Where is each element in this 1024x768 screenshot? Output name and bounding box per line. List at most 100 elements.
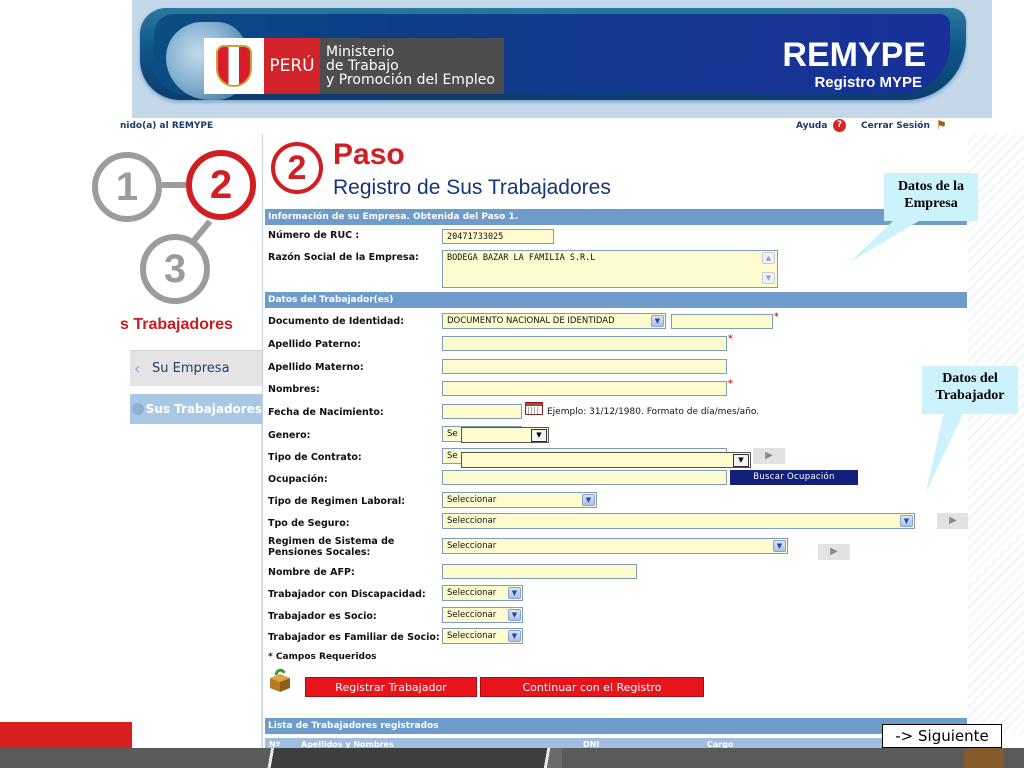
pensiones-value: Seleccionar: [447, 541, 497, 551]
sidebar-item-sus-trabajadores[interactable]: Sus Trabajadores: [130, 394, 262, 424]
callout-empresa-tail: [850, 218, 924, 262]
calendar-icon[interactable]: [525, 402, 543, 415]
chevron-down-icon: ▼: [900, 515, 913, 527]
footer-stripe: [262, 748, 562, 768]
sidebar-item-su-empresa[interactable]: ‹ Su Empresa: [130, 350, 262, 386]
familiar-socio-value: Seleccionar: [447, 631, 497, 641]
buscar-ocupacion-button[interactable]: Buscar Ocupación: [730, 470, 858, 485]
app-subtitle: Registro MYPE: [814, 74, 922, 91]
logout-icon[interactable]: ⚑: [936, 118, 947, 132]
circle-icon: [132, 403, 144, 415]
registrar-trabajador-button[interactable]: Registrar Trabajador: [305, 677, 477, 697]
apellido-materno-label: Apellido Materno:: [268, 362, 364, 373]
chevron-down-icon: ▼: [508, 630, 521, 642]
step-word: Paso: [333, 138, 405, 171]
razon-social-label: Razón Social de la Empresa:: [268, 252, 419, 263]
chevron-down-icon: ▼: [531, 429, 547, 442]
seguro-next-icon[interactable]: ▶: [937, 513, 968, 529]
steps-sidebar: 1 2 3 s Trabajadores ‹ Su Empresa Sus Tr…: [92, 134, 262, 751]
sidebar-empty-area: [130, 424, 262, 750]
ruc-field[interactable]: 20471733025: [442, 229, 554, 244]
regimen-laboral-value: Seleccionar: [447, 495, 497, 505]
chevron-down-icon: ▼: [582, 494, 595, 506]
familiar-socio-select[interactable]: Seleccionar ▼: [442, 628, 523, 644]
step-3-circle: 3: [140, 234, 210, 304]
documento-value: DOCUMENTO NACIONAL DE IDENTIDAD: [447, 316, 615, 326]
step-2-circle: 2: [186, 150, 256, 220]
discapacidad-value: Seleccionar: [447, 588, 497, 598]
apellido-materno-field[interactable]: [442, 359, 727, 374]
site-header: PERÚ Ministerio de Trabajo y Promoción d…: [132, 0, 968, 118]
chevron-down-icon: ▼: [733, 454, 749, 467]
socio-label: Trabajador es Socio:: [268, 611, 377, 622]
help-link[interactable]: Ayuda: [796, 121, 827, 131]
continuar-registro-button[interactable]: Continuar con el Registro: [480, 677, 704, 697]
header-right-strip: [968, 0, 992, 118]
genero-dropdown-overlay[interactable]: ▼: [461, 427, 549, 443]
required-mark: *: [728, 379, 733, 389]
discapacidad-select[interactable]: Seleccionar ▼: [442, 585, 523, 601]
ministry-line-2: de Trabajo: [326, 58, 399, 74]
required-mark: *: [728, 334, 733, 344]
pensiones-label: Regimen de Sistema de Pensiones Socales:: [268, 536, 394, 558]
tipo-seguro-label: Tpo de Seguro:: [268, 518, 350, 529]
pensiones-select[interactable]: Seleccionar ▼: [442, 538, 788, 554]
ocupacion-field[interactable]: [442, 470, 727, 485]
pensiones-next-icon[interactable]: ▶: [818, 544, 850, 560]
siguiente-button[interactable]: -> Siguiente: [882, 724, 1002, 748]
callout-line: Datos de la: [897, 179, 965, 194]
apellido-paterno-field[interactable]: [442, 336, 727, 351]
afp-field[interactable]: [442, 564, 637, 579]
chevron-down-icon: ▼: [651, 315, 664, 327]
shield-icon: [216, 45, 252, 87]
required-fields-note: * Campos Requeridos: [268, 652, 377, 662]
razon-social-field[interactable]: BODEGA BAZAR LA FAMILIA S.R.L: [442, 250, 778, 288]
callout-trabajador-tail: [926, 412, 964, 492]
fecha-nacimiento-label: Fecha de Nacimiento:: [268, 407, 384, 418]
tipo-seguro-select[interactable]: Seleccionar ▼: [442, 513, 915, 529]
callout-datos-trabajador: Datos del Trabajador: [922, 366, 1018, 414]
welcome-text: nido(a) al REMYPE: [120, 121, 214, 131]
logout-link[interactable]: Cerrar Sesión: [861, 121, 930, 131]
tipo-contrato-label: Tipo de Contrato:: [268, 452, 362, 463]
ruc-label: Número de RUC :: [268, 230, 360, 241]
chevron-down-icon: ▼: [508, 587, 521, 599]
help-icon[interactable]: ?: [833, 119, 846, 132]
fecha-nacimiento-field[interactable]: [442, 404, 522, 419]
arrow-icon: ‹: [134, 359, 141, 378]
genero-value: Se: [447, 429, 458, 439]
tipo-seguro-value: Seleccionar: [447, 516, 497, 526]
nombres-field[interactable]: [442, 381, 727, 396]
scroll-up-icon[interactable]: ▲: [762, 252, 775, 264]
peru-shield-box: [204, 38, 264, 94]
ocupacion-label: Ocupación:: [268, 474, 328, 485]
callout-line: Trabajador: [935, 388, 1005, 403]
step-1-circle: 1: [92, 152, 162, 222]
step-number-badge: 2: [271, 142, 323, 194]
tipo-contrato-value: Se: [447, 451, 458, 461]
pensiones-label-line-2: Pensiones Socales:: [268, 547, 371, 558]
discapacidad-label: Trabajador con Discapacidad:: [268, 589, 426, 600]
scroll-down-icon[interactable]: ▼: [762, 272, 775, 284]
callout-line: Datos del: [942, 371, 998, 386]
razon-social-value: BODEGA BAZAR LA FAMILIA S.R.L: [447, 253, 596, 263]
socio-value: Seleccionar: [447, 610, 497, 620]
sidebar-item-label: Sus Trabajadores: [145, 402, 262, 416]
lista-section-header: Lista de Trabajadores registrados: [265, 718, 967, 734]
callout-line: Empresa: [904, 196, 958, 211]
documento-number-field[interactable]: [671, 314, 773, 329]
ministry-line-1: Ministerio: [326, 44, 395, 60]
trabajador-section-header: Datos del Trabajador(es): [265, 292, 967, 308]
socio-select[interactable]: Seleccionar ▼: [442, 607, 523, 623]
familiar-socio-label: Trabajador es Familiar de Socio:: [268, 632, 440, 643]
documento-select[interactable]: DOCUMENTO NACIONAL DE IDENTIDAD ▼: [442, 313, 666, 329]
page-title: Registro de Sus Trabajadores: [333, 176, 611, 199]
tipo-contrato-dropdown-overlay[interactable]: ▼: [461, 452, 751, 468]
regimen-laboral-select[interactable]: Seleccionar ▼: [442, 492, 597, 508]
genero-label: Genero:: [268, 430, 311, 441]
step-connector-1-2: [162, 182, 186, 188]
contrato-next-icon[interactable]: ▶: [753, 448, 785, 464]
apellido-paterno-label: Apellido Paterno:: [268, 339, 361, 350]
regimen-laboral-label: Tipo de Regimen Laboral:: [268, 496, 406, 507]
chevron-down-icon: ▼: [773, 540, 786, 552]
